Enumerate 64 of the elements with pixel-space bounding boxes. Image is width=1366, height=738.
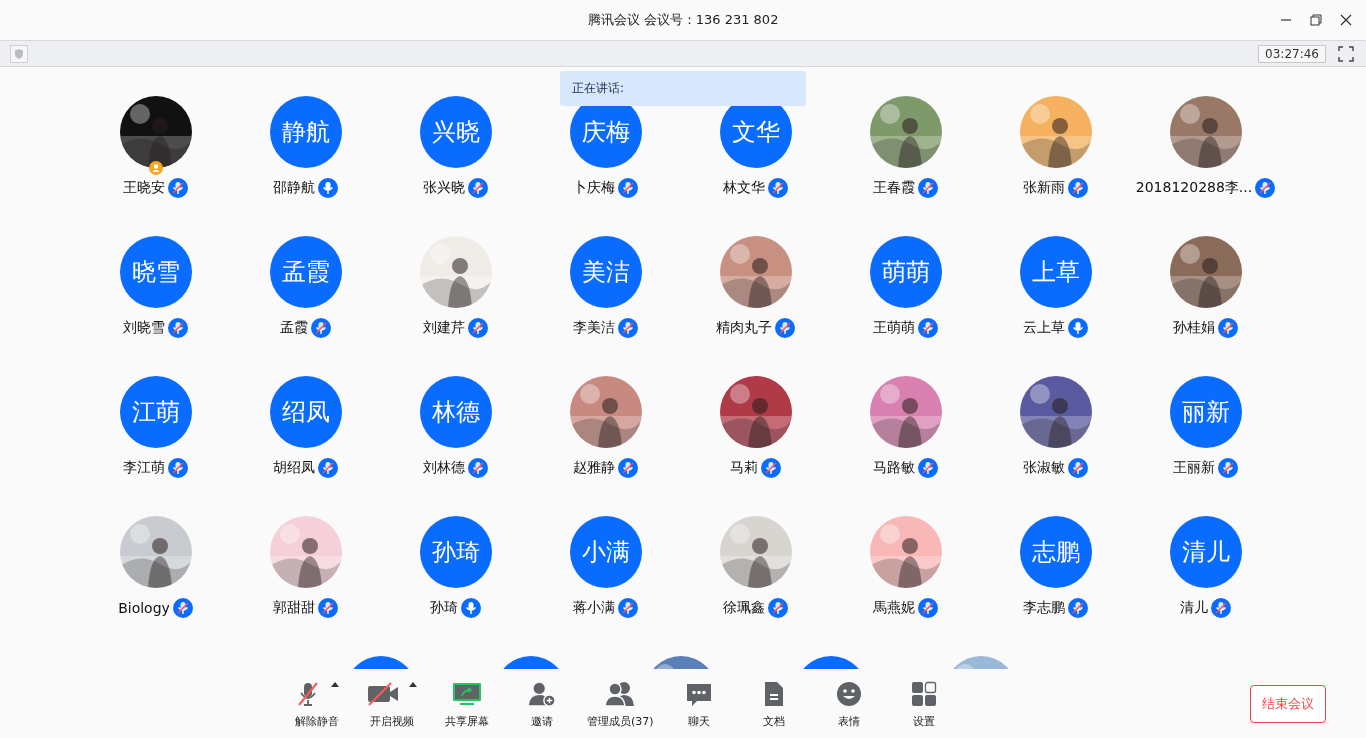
participant-name: 卜庆梅: [573, 179, 615, 197]
participant-name: 王春霞: [873, 179, 915, 197]
participant-name: 李江萌: [123, 459, 165, 477]
participant-name: Biology: [118, 600, 170, 616]
avatar: 小满: [569, 516, 642, 588]
window-title: 腾讯会议 会议号：136 231 802: [587, 11, 779, 29]
smiley-icon: [834, 679, 863, 708]
participant-name: 郭甜甜: [273, 599, 315, 617]
participant-name: 王萌萌: [873, 319, 915, 337]
toolbar-button[interactable]: 邀请: [512, 679, 572, 729]
fullscreen-icon[interactable]: [1336, 43, 1356, 64]
avatar: 美洁: [569, 236, 642, 308]
participant-name: 刘晓雪: [123, 319, 165, 337]
participant-name: 王晓安: [123, 179, 165, 197]
camera-off-icon: [366, 679, 400, 708]
avatar: 晓雪: [119, 236, 192, 308]
participant-name: 2018120288李...: [1135, 179, 1253, 197]
participant-name: 蒋小满: [573, 599, 615, 617]
participant-name: 馬燕妮: [873, 599, 915, 617]
toolbar-button[interactable]: 聊天: [668, 679, 729, 729]
avatar: 孙琦: [419, 516, 492, 588]
speaking-banner: 正在讲话:: [560, 71, 806, 106]
participant-name: 孙桂娟: [1173, 319, 1215, 337]
avatar: 志鹏: [1019, 516, 1092, 588]
participant-name: 精肉丸子: [716, 319, 772, 337]
participant-name: 刘林德: [423, 459, 465, 477]
toolbar-button[interactable]: 开启视频: [362, 679, 422, 729]
toolbar-button[interactable]: 管理成员(37): [587, 679, 654, 729]
participant-name: 李志鹏: [1023, 599, 1065, 617]
grid-icon: [909, 679, 938, 708]
avatar: 清儿: [1169, 516, 1242, 588]
toolbar-button[interactable]: 文档: [743, 679, 804, 729]
participant-name: 张淑敏: [1023, 459, 1065, 477]
participant-name: 王丽新: [1173, 459, 1215, 477]
participant-name: 云上草: [1023, 319, 1065, 337]
participant-name: 林文华: [723, 179, 765, 197]
meeting-timer: 03:27:46: [1258, 44, 1326, 63]
avatar: 萌萌: [869, 236, 942, 308]
avatar: 兴晓: [419, 96, 492, 168]
participant-name: 胡绍凤: [273, 459, 315, 477]
avatar: 孟霞: [269, 236, 342, 308]
participant-name: 清儿: [1180, 599, 1208, 617]
avatar: 上草: [1019, 236, 1092, 308]
avatar: 林德: [419, 376, 492, 448]
toolbar-button[interactable]: 表情: [818, 679, 879, 729]
participant-name: 张新雨: [1023, 179, 1065, 197]
end-meeting-button[interactable]: 结束会议: [1250, 685, 1326, 723]
participant-name: 张兴晓: [423, 179, 465, 197]
participant-name: 赵雅静: [573, 459, 615, 477]
participant-name: 李美洁: [573, 319, 615, 337]
participant-name: 邵静航: [273, 179, 315, 197]
avatar: 绍凤: [269, 376, 342, 448]
toolbar-button[interactable]: 设置: [893, 679, 954, 729]
participant-name: 马莉: [730, 459, 758, 477]
toolbar-button[interactable]: 解除静音: [287, 679, 347, 729]
avatar: 静航: [269, 96, 342, 168]
participant-name: 孙琦: [430, 599, 458, 617]
participant-name: 刘建芹: [423, 319, 465, 337]
avatar: 丽新: [1169, 376, 1242, 448]
avatar: 江萌: [119, 376, 192, 448]
participant-name: 马路敏: [873, 459, 915, 477]
participant-name: 孟霞: [280, 319, 308, 337]
toolbar-button[interactable]: 共享屏幕: [437, 679, 497, 729]
participant-name: 徐珮鑫: [723, 599, 765, 617]
